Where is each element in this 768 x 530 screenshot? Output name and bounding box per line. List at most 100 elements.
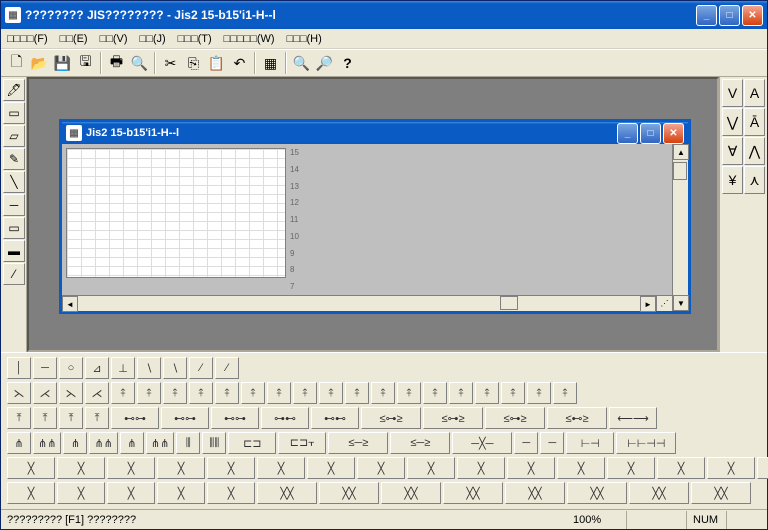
scroll-right-icon[interactable]: ►: [640, 296, 656, 312]
symbol-vdown-icon[interactable]: ⋁: [722, 108, 743, 136]
palette-item[interactable]: ╳: [7, 482, 55, 504]
palette-item[interactable]: ⤉: [423, 382, 447, 404]
scroll-thumb-v[interactable]: [673, 162, 687, 180]
palette-item[interactable]: ╳: [157, 457, 205, 479]
palette-item[interactable]: ⊏⊐⫟: [278, 432, 326, 454]
palette-item[interactable]: ⊢⊢⊣⊣: [616, 432, 676, 454]
palette-item[interactable]: ╳: [107, 457, 155, 479]
main-titlebar[interactable]: ▦ ???????? JIS???????? - Jis2 15-b15'i1-…: [1, 1, 767, 29]
helpcursor-icon[interactable]: ?: [336, 52, 359, 74]
new-icon[interactable]: 🗋: [5, 52, 28, 74]
marquee-tool-icon[interactable]: ▭: [3, 102, 25, 124]
palette-item[interactable]: ⋔: [63, 432, 87, 454]
palette-item[interactable]: ╳: [657, 457, 705, 479]
palette-item[interactable]: ⁄: [215, 357, 239, 379]
child-titlebar[interactable]: ▦ Jis2 15-b15'i1-H--l _ □ ✕: [62, 122, 688, 144]
palette-item[interactable]: ⤉: [163, 382, 187, 404]
rect-tool-icon[interactable]: ▭: [3, 217, 25, 239]
symbol-v-icon[interactable]: V: [722, 79, 743, 107]
child-scroll-v[interactable]: ▲ ▼: [672, 144, 688, 311]
undo-icon[interactable]: ↶: [228, 52, 251, 74]
palette-item[interactable]: ≤─≥: [390, 432, 450, 454]
print-icon[interactable]: 🖶: [105, 52, 128, 74]
child-scroll-h[interactable]: ◄ ► ⋰: [62, 295, 672, 311]
palette-item[interactable]: ⊷⊶: [161, 407, 209, 429]
palette-item[interactable]: ⤉: [111, 382, 135, 404]
palette-item[interactable]: ─: [514, 432, 538, 454]
palette-item[interactable]: ⋔⋔: [89, 432, 117, 454]
drawing-canvas[interactable]: [66, 148, 286, 278]
palette-item[interactable]: ╳: [107, 482, 155, 504]
palette-item[interactable]: ⤉: [397, 382, 421, 404]
pencil-tool-icon[interactable]: ✎: [3, 148, 25, 170]
scroll-thumb-h[interactable]: [500, 296, 518, 310]
palette-item[interactable]: ⫼⫼: [202, 432, 226, 454]
palette-item[interactable]: ╳: [57, 457, 105, 479]
palette-item[interactable]: ⤉: [293, 382, 317, 404]
palette-item[interactable]: ⊢⊣: [566, 432, 614, 454]
child-minimize-button[interactable]: _: [617, 123, 638, 144]
palette-item[interactable]: ╳: [407, 457, 455, 479]
save-icon[interactable]: 💾: [51, 52, 74, 74]
palette-item[interactable]: ⁄: [189, 357, 213, 379]
palette-item[interactable]: ⤉: [501, 382, 525, 404]
palette-item[interactable]: ≤⊷≥: [547, 407, 607, 429]
palette-item[interactable]: ⫼: [176, 432, 200, 454]
palette-item[interactable]: ⋔⋔: [33, 432, 61, 454]
symbol-a-icon[interactable]: A: [744, 79, 765, 107]
palette-item[interactable]: ╳╳: [443, 482, 503, 504]
palette-item[interactable]: ╳: [207, 482, 255, 504]
paste-icon[interactable]: 📋: [205, 52, 228, 74]
palette-item[interactable]: ⤒: [85, 407, 109, 429]
scroll-left-icon[interactable]: ◄: [62, 296, 78, 312]
palette-item[interactable]: ⊏⊐: [228, 432, 276, 454]
symbol-abar-icon[interactable]: Ā: [744, 108, 765, 136]
palette-item[interactable]: ─: [540, 432, 564, 454]
palette-item[interactable]: ⋋: [7, 382, 31, 404]
palette-item[interactable]: ⊷⊶: [111, 407, 159, 429]
palette-item[interactable]: ╳: [457, 457, 505, 479]
palette-item[interactable]: ≤─≥: [328, 432, 388, 454]
symbol-forall-icon[interactable]: ∀: [722, 137, 743, 165]
palette-item[interactable]: ╳: [7, 457, 55, 479]
child-maximize-button[interactable]: □: [640, 123, 661, 144]
palette-item[interactable]: ⤒: [33, 407, 57, 429]
palette-item[interactable]: ⋋: [59, 382, 83, 404]
palette-item[interactable]: ╳: [57, 482, 105, 504]
palette-item[interactable]: ╳╳: [257, 482, 317, 504]
palette-item[interactable]: ≤⊶≥: [361, 407, 421, 429]
palette-item[interactable]: ⤉: [527, 382, 551, 404]
picker-tool-icon[interactable]: ⁄: [3, 263, 25, 285]
zoomout-icon[interactable]: 🔎: [313, 52, 336, 74]
menu-help[interactable]: □□□(H): [287, 33, 322, 45]
symbol-and-icon[interactable]: ⋀: [744, 137, 765, 165]
palette-item[interactable]: ⤒: [59, 407, 83, 429]
stamp-tool-icon[interactable]: 🖊: [3, 79, 25, 101]
palette-item[interactable]: ╳: [257, 457, 305, 479]
palette-item[interactable]: ╳: [607, 457, 655, 479]
palette-item[interactable]: ⊿: [85, 357, 109, 379]
palette-item[interactable]: ╳: [757, 457, 768, 479]
open-icon[interactable]: 📂: [28, 52, 51, 74]
menu-window[interactable]: □□□□□(W): [224, 33, 275, 45]
rectfill-tool-icon[interactable]: ▬: [3, 240, 25, 262]
palette-item[interactable]: ⤉: [475, 382, 499, 404]
palette-item[interactable]: ⤉: [371, 382, 395, 404]
line-tool-icon[interactable]: ─: [3, 194, 25, 216]
palette-item[interactable]: ⊷⊶: [211, 407, 259, 429]
scroll-down-icon[interactable]: ▼: [673, 295, 689, 311]
palette-item[interactable]: ⤉: [215, 382, 239, 404]
minimize-button[interactable]: _: [696, 5, 717, 26]
palette-item[interactable]: ╳: [157, 482, 205, 504]
palette-item[interactable]: ∖: [137, 357, 161, 379]
palette-item[interactable]: ╳: [557, 457, 605, 479]
palette-item[interactable]: ∖: [163, 357, 187, 379]
palette-item[interactable]: ⤉: [137, 382, 161, 404]
symbol-yen-icon[interactable]: ¥: [722, 166, 743, 194]
palette-item[interactable]: ⤉: [241, 382, 265, 404]
palette-item[interactable]: ⤉: [345, 382, 369, 404]
menu-view[interactable]: □□(V): [100, 33, 128, 45]
palette-item[interactable]: ⤒: [7, 407, 31, 429]
menu-file[interactable]: □□□□(F): [7, 33, 48, 45]
palette-item[interactable]: ○: [59, 357, 83, 379]
